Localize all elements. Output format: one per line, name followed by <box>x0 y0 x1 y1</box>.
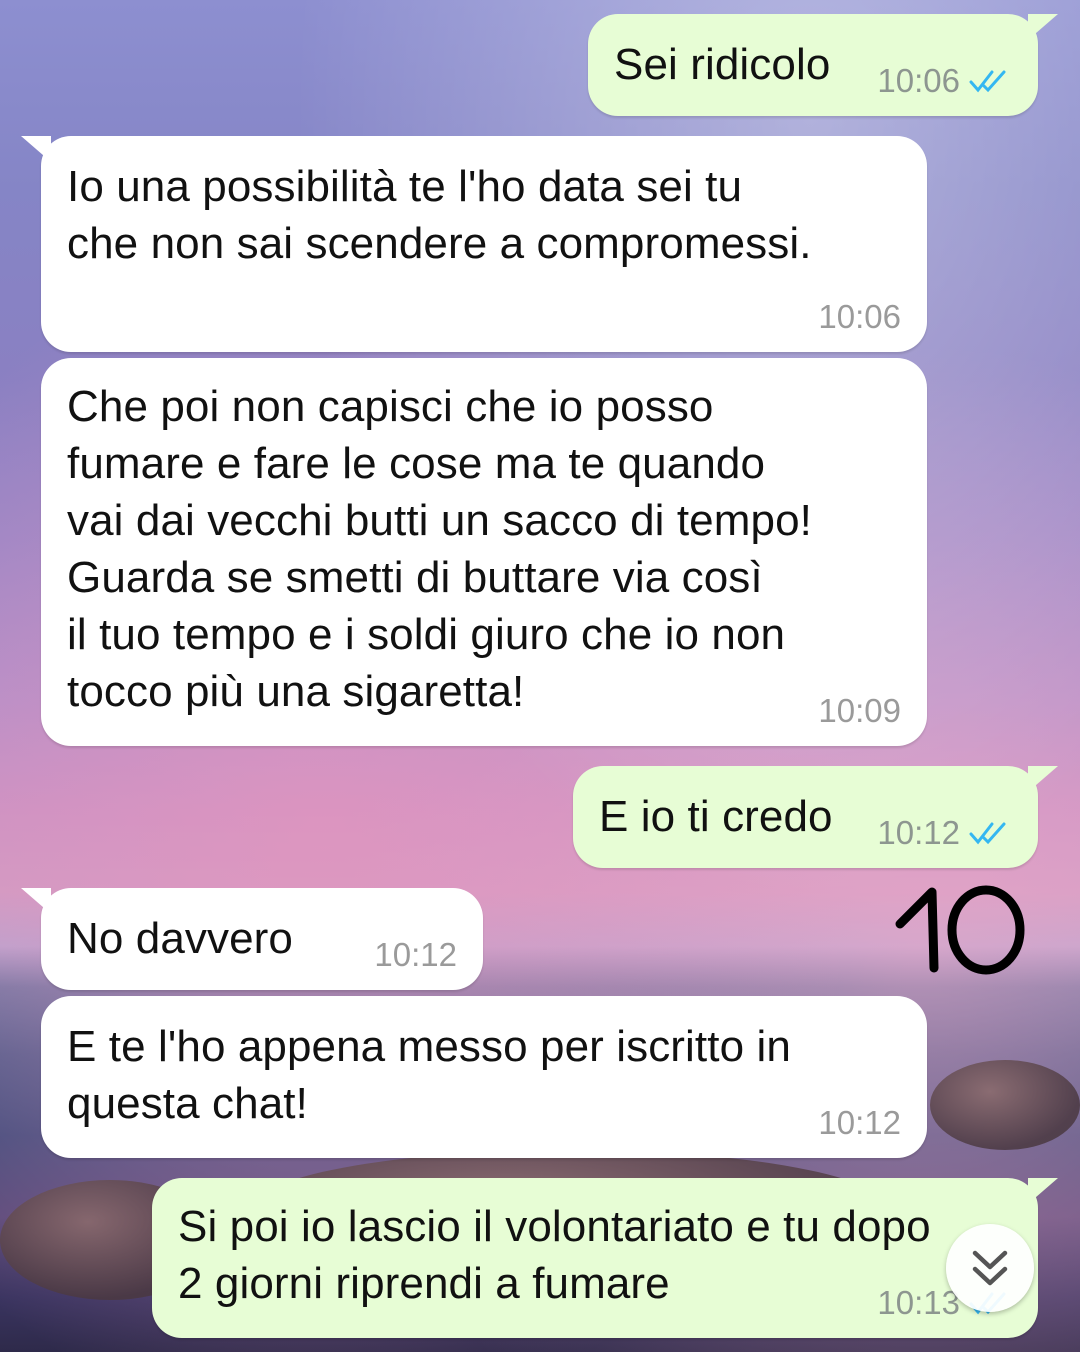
handwritten-annotation <box>888 872 1038 982</box>
message-time: 10:12 <box>877 814 960 851</box>
message-meta: 10:06 <box>877 62 1012 100</box>
message-text: Che poi non capisci che io posso fumare … <box>67 382 812 716</box>
message-bubble-incoming[interactable]: E te l'ho appena messo per iscritto in q… <box>41 996 927 1158</box>
message-bubble-outgoing[interactable]: Sei ridicolo 10:06 <box>588 14 1058 116</box>
bubble-tail <box>21 136 51 162</box>
message-text: Io una possibilità te l'ho data sei tu c… <box>67 162 812 268</box>
message-time: 10:12 <box>818 1104 901 1141</box>
message-time: 10:06 <box>877 62 960 99</box>
message-bubble-outgoing[interactable]: E io ti credo 10:12 <box>573 766 1058 868</box>
message-text: E te l'ho appena messo per iscritto in q… <box>67 1022 791 1128</box>
message-time: 10:09 <box>818 692 901 729</box>
background-rock <box>930 1060 1080 1150</box>
message-bubble-outgoing[interactable]: Si poi io lascio il volontariato e tu do… <box>152 1178 1058 1338</box>
bubble-tail <box>1028 766 1058 792</box>
scroll-to-bottom-button[interactable] <box>946 1224 1034 1312</box>
message-time: 10:12 <box>374 936 457 973</box>
bubble-tail <box>21 888 51 914</box>
double-check-icon <box>969 822 1006 845</box>
message-meta: 10:12 <box>374 936 457 974</box>
annotation-drawing <box>895 885 1025 975</box>
message-time: 10:06 <box>818 298 901 335</box>
message-meta: 10:12 <box>818 1104 901 1142</box>
message-meta: 10:09 <box>818 692 901 730</box>
message-meta: 10:06 <box>818 298 901 336</box>
double-check-icon <box>969 70 1006 93</box>
message-meta: 10:12 <box>877 814 1012 852</box>
message-bubble-incoming[interactable]: No davvero 10:12 <box>21 888 483 990</box>
bubble-tail <box>1028 1178 1058 1204</box>
message-time: 10:13 <box>877 1284 960 1321</box>
message-bubble-incoming[interactable]: Io una possibilità te l'ho data sei tu c… <box>21 136 927 352</box>
bubble-tail <box>1028 14 1058 40</box>
message-bubble-incoming[interactable]: Che poi non capisci che io posso fumare … <box>41 358 927 746</box>
chevron-double-down-icon <box>972 1250 1008 1286</box>
